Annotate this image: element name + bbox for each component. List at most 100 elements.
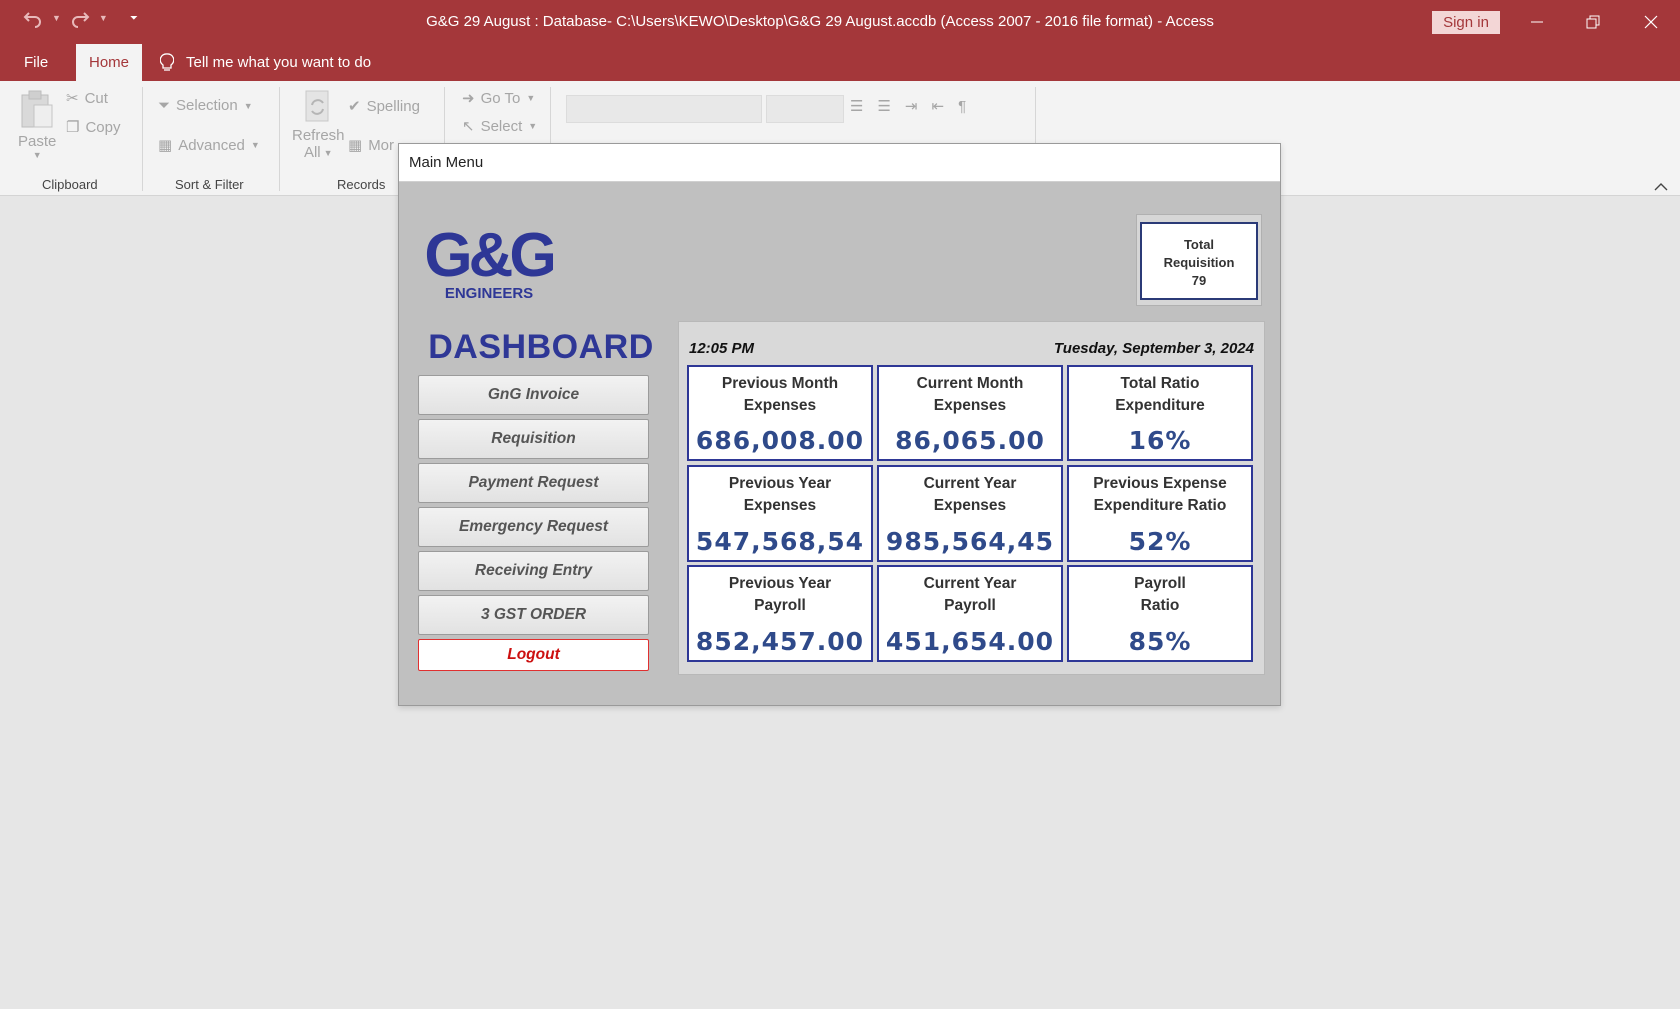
chevron-down-icon: ▼ <box>528 121 538 131</box>
copy-label: Copy <box>85 118 121 136</box>
stat-card-value: 16% <box>1128 426 1192 455</box>
stat-card-value: 86,065.00 <box>895 426 1045 455</box>
close-icon <box>1644 15 1658 29</box>
more-label: Mor <box>368 136 395 154</box>
restore-button[interactable] <box>1570 7 1616 37</box>
stat-card-current-month-expenses: Current Month Expenses 86,065.00 <box>877 365 1063 461</box>
font-name-combo[interactable] <box>566 95 762 123</box>
group-label-sort-filter: Sort & Filter <box>175 177 244 192</box>
paste-dropdown-icon: ▼ <box>32 150 42 160</box>
select-button[interactable]: ↖ Select ▼ <box>462 117 538 136</box>
stat-card-label: Current Month Expenses <box>916 375 1024 414</box>
font-size-combo[interactable] <box>766 95 844 123</box>
gng-invoice-button[interactable]: GnG Invoice <box>418 375 649 415</box>
list-indent-tools: ☰ ☰ ⇥ ⇤ ¶ <box>850 97 966 116</box>
stat-card-label: Payroll Ratio <box>1134 575 1186 614</box>
stat-card-current-year-payroll: Current Year Payroll 451,654.00 <box>877 565 1063 662</box>
restore-icon <box>1586 15 1600 29</box>
main-menu-form: Main Menu G&G ENGINEERS DASHBOARD GnG In… <box>398 143 1281 706</box>
emergency-request-button[interactable]: Emergency Request <box>418 507 649 547</box>
sign-in-button[interactable]: Sign in <box>1432 11 1500 34</box>
cut-button[interactable]: ✂ Cut <box>66 89 108 108</box>
title-bar: ▼ ▼ ⏷ G&G 29 August : Database- C:\Users… <box>0 0 1680 44</box>
current-date: Tuesday, September 3, 2024 <box>1053 340 1254 357</box>
lightbulb-icon <box>160 52 174 71</box>
logo-mark: G&G <box>425 221 553 290</box>
stat-card-previous-expense-ratio: Previous Expense Expenditure Ratio 52% <box>1067 465 1253 562</box>
spelling-check-icon: ✔ <box>348 98 361 115</box>
cursor-icon: ↖ <box>462 118 475 135</box>
total-requisition-label-1: Total <box>1183 237 1215 252</box>
stat-card-previous-year-payroll: Previous Year Payroll 852,457.00 <box>687 565 873 662</box>
close-button[interactable] <box>1628 7 1674 37</box>
stat-card-previous-year-expenses: Previous Year Expenses 547,568,54 <box>687 465 873 562</box>
stat-card-current-year-expenses: Current Year Expenses 985,564,45 <box>877 465 1063 562</box>
refresh-all-label: All <box>303 144 321 161</box>
paste-icon <box>21 90 53 128</box>
gst-order-button[interactable]: 3 GST ORDER <box>418 595 649 635</box>
collapse-ribbon-button[interactable] <box>1654 179 1668 196</box>
refresh-label: Refresh <box>292 127 345 144</box>
decrease-indent-icon[interactable]: ⇤ <box>931 97 944 115</box>
filter-icon: ⏷ <box>158 97 171 114</box>
total-requisition-card[interactable]: Total Requisition 79 <box>1140 222 1258 300</box>
stat-card-label: Previous Expense Expenditure Ratio <box>1093 475 1227 514</box>
numbering-icon[interactable]: ☰ <box>877 97 890 115</box>
chevron-down-icon: ▼ <box>250 140 260 150</box>
spelling-button[interactable]: ✔ Spelling <box>348 97 420 116</box>
stat-card-payroll-ratio: Payroll Ratio 85% <box>1067 565 1253 662</box>
increase-indent-icon[interactable]: ⇥ <box>905 97 918 115</box>
scissors-icon: ✂ <box>66 90 79 107</box>
chevron-up-icon <box>1654 183 1668 191</box>
minimize-icon <box>1531 21 1543 23</box>
stat-card-value: 852,457.00 <box>695 627 865 656</box>
copy-button[interactable]: ❐ Copy <box>66 118 121 137</box>
tab-file[interactable]: File <box>24 44 48 81</box>
stat-card-label: Previous Year Expenses <box>728 475 832 514</box>
advanced-label: Advanced <box>178 136 245 154</box>
stats-panel: 12:05 PM Tuesday, September 3, 2024 Prev… <box>678 321 1265 675</box>
group-label-records: Records <box>337 177 386 192</box>
stat-card-value: 85% <box>1128 627 1192 656</box>
form-title: Main Menu <box>399 144 1280 182</box>
cut-label: Cut <box>84 89 108 107</box>
stat-card-label: Current Year Payroll <box>923 575 1017 614</box>
stat-card-previous-month-expenses: Previous Month Expenses 686,008.00 <box>687 365 873 461</box>
paste-label: Paste <box>18 133 57 150</box>
stat-card-label: Previous Year Payroll <box>728 575 832 614</box>
payment-request-button[interactable]: Payment Request <box>418 463 649 503</box>
more-button[interactable]: ▦ Mor <box>348 136 395 155</box>
tell-me-label: Tell me what you want to do <box>186 54 372 71</box>
stat-card-value: 451,654.00 <box>885 627 1055 656</box>
tab-home[interactable]: Home <box>76 44 142 81</box>
stat-card-label: Total Ratio Expenditure <box>1115 375 1205 414</box>
paste-button[interactable]: Paste ▼ <box>18 89 56 160</box>
go-to-button[interactable]: ➜ Go To ▼ <box>462 89 535 108</box>
current-time: 12:05 PM <box>689 340 755 357</box>
stat-card-label: Previous Month Expenses <box>721 375 839 414</box>
stat-card-value: 52% <box>1128 527 1192 556</box>
stat-card-value: 686,008.00 <box>695 426 865 455</box>
total-requisition-box: Total Requisition 79 <box>1136 214 1262 306</box>
stat-card-value: 547,568,54 <box>695 527 865 556</box>
go-to-label: Go To <box>480 89 521 107</box>
more-grid-icon: ▦ <box>348 137 363 154</box>
stat-card-label: Current Year Expenses <box>923 475 1017 514</box>
refresh-all-button[interactable]: Refresh All ▼ <box>292 89 345 161</box>
requisition-button[interactable]: Requisition <box>418 419 649 459</box>
bullets-icon[interactable]: ☰ <box>850 97 863 115</box>
receiving-entry-button[interactable]: Receiving Entry <box>418 551 649 591</box>
paragraph-icon[interactable]: ¶ <box>958 98 966 115</box>
chevron-down-icon: ▼ <box>323 147 333 158</box>
advanced-button[interactable]: ▦ Advanced ▼ <box>158 136 260 155</box>
chevron-down-icon: ▼ <box>243 100 253 111</box>
tell-me-search[interactable]: Tell me what you want to do <box>160 44 371 81</box>
ribbon-separator <box>142 87 143 191</box>
selection-button[interactable]: ⏷ Selection ▼ <box>158 97 253 114</box>
logout-button[interactable]: Logout <box>418 639 649 671</box>
group-label-clipboard: Clipboard <box>42 177 98 192</box>
refresh-icon <box>305 90 329 122</box>
selection-label: Selection <box>176 97 238 114</box>
minimize-button[interactable] <box>1514 7 1560 37</box>
stat-card-value: 985,564,45 <box>885 527 1055 556</box>
